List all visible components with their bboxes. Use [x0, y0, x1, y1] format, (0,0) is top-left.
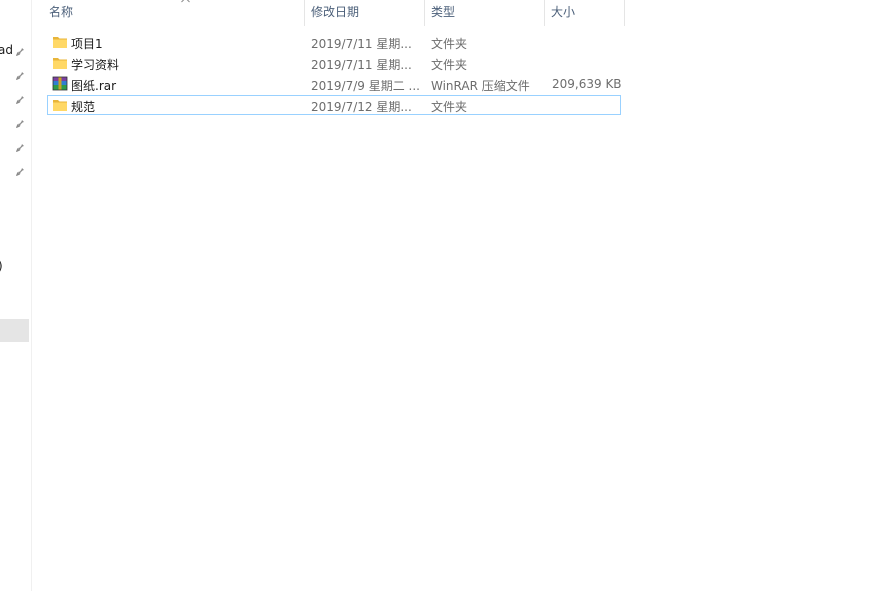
- file-row-focused[interactable]: 规范 2019/7/12 星期... 文件夹: [47, 95, 621, 115]
- winrar-archive-icon: [52, 76, 68, 91]
- file-modified: 2019/7/11 星期...: [311, 37, 412, 51]
- file-type: 文件夹: [431, 58, 468, 72]
- pin-icon: [16, 70, 24, 80]
- file-type: 文件夹: [431, 100, 468, 114]
- column-header-modified-label: 修改日期: [311, 5, 360, 19]
- nav-item-quick-access-5[interactable]: [0, 136, 31, 158]
- pin-icon: [16, 142, 24, 152]
- nav-item-quick-access-1[interactable]: ad: [0, 40, 31, 62]
- pin-icon: [16, 118, 24, 128]
- file-modified: 2019/7/12 星期...: [311, 100, 412, 114]
- file-type: 文件夹: [431, 37, 468, 51]
- file-row[interactable]: 项目1 2019/7/11 星期... 文件夹: [47, 32, 621, 52]
- pin-icon: [16, 166, 24, 176]
- navigation-pane: ad ): [0, 0, 31, 591]
- column-header-size-label: 大小: [551, 5, 576, 19]
- file-modified: 2019/7/11 星期...: [311, 58, 412, 72]
- file-name: 项目1: [71, 37, 103, 51]
- file-name: 图纸.rar: [71, 79, 117, 93]
- column-header-name-label: 名称: [49, 5, 74, 19]
- column-header-size[interactable]: 大小: [545, 0, 625, 26]
- nav-item-quick-access-2[interactable]: [0, 64, 31, 86]
- file-list: 名称 修改日期 类型 大小 项目1 2019/7/11 星期... 文件夹 学习…: [32, 0, 884, 591]
- file-name: 学习资料: [71, 58, 120, 72]
- file-type: WinRAR 压缩文件: [431, 79, 530, 93]
- nav-item-label: ad: [0, 43, 13, 57]
- file-modified: 2019/7/9 星期二 ...: [311, 79, 420, 93]
- folder-icon: [53, 100, 67, 111]
- pin-icon: [16, 94, 24, 104]
- nav-item-quick-access-6[interactable]: [0, 160, 31, 182]
- column-header-name[interactable]: 名称: [43, 0, 305, 26]
- nav-item-selected[interactable]: [0, 319, 29, 342]
- nav-item-label: ): [0, 259, 3, 273]
- file-row[interactable]: 图纸.rar 2019/7/9 星期二 ... WinRAR 压缩文件 209,…: [47, 74, 622, 94]
- column-header-type[interactable]: 类型: [425, 0, 545, 26]
- nav-item-quick-access-4[interactable]: [0, 112, 31, 134]
- file-name: 规范: [71, 100, 96, 114]
- pin-icon: [16, 46, 24, 56]
- column-header-row: 名称 修改日期 类型 大小: [32, 0, 632, 26]
- file-row[interactable]: 学习资料 2019/7/11 星期... 文件夹: [47, 53, 621, 73]
- column-header-modified[interactable]: 修改日期: [305, 0, 425, 26]
- sort-ascending-icon: [181, 0, 190, 3]
- nav-item-quick-access-3[interactable]: [0, 88, 31, 110]
- file-size: 209,639 KB: [552, 77, 622, 91]
- nav-item-drive[interactable]: ): [0, 256, 31, 278]
- folder-icon: [53, 58, 67, 69]
- folder-icon: [53, 37, 67, 48]
- column-header-type-label: 类型: [431, 5, 456, 19]
